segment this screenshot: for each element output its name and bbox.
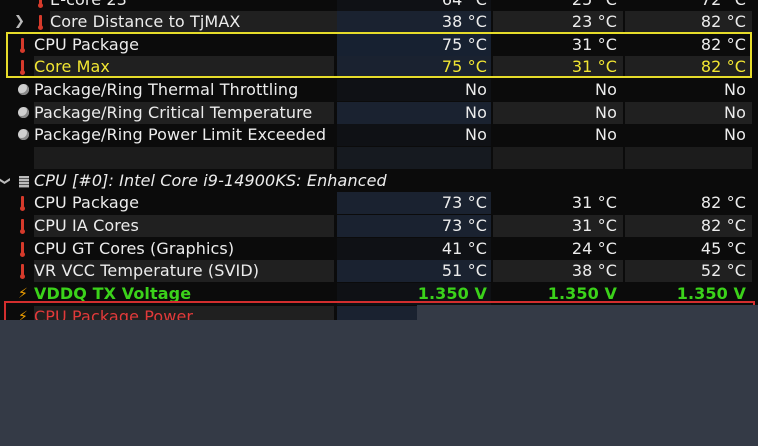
- sensor-name: Core Distance to TjMAX: [50, 11, 350, 33]
- sensor-row-thermal-throttling[interactable]: Package/Ring Thermal Throttling No No No: [0, 79, 752, 101]
- sensor-row-cpu-gt-cores[interactable]: CPU GT Cores (Graphics) 41 °C 24 °C 45 °…: [0, 238, 752, 260]
- collapse-chevron-icon[interactable]: ❯: [0, 176, 16, 185]
- sensor-name: Package/Ring Critical Temperature: [34, 102, 334, 124]
- sensor-min: No: [493, 102, 623, 124]
- sensor-max: 82 °C: [625, 215, 752, 237]
- sensor-name: Package/Ring Power Limit Exceeded: [34, 125, 327, 144]
- sensor-row-vr-vcc-temperature[interactable]: VR VCC Temperature (SVID) 51 °C 38 °C 52…: [0, 260, 752, 282]
- sensor-max: 82 °C: [625, 11, 752, 33]
- sensor-current: No: [337, 102, 491, 124]
- sensor-current: 41 °C: [337, 238, 491, 260]
- sensor-min: 31 °C: [493, 215, 623, 237]
- sensor-table: E-core 23 64 °C 25 °C 72 °C ❯ Core Dista…: [0, 0, 758, 320]
- sensor-name: E-core 23: [50, 0, 350, 11]
- sensor-current: 73 °C: [337, 192, 491, 214]
- sensor-min: No: [595, 125, 617, 144]
- sensor-min: 24 °C: [571, 239, 617, 258]
- sensor-max: No: [724, 80, 746, 99]
- sensor-current: 64 °C: [337, 0, 491, 11]
- sensor-min: 31 °C: [571, 193, 617, 212]
- sensor-group-name: CPU [#0]: Intel Core i9-14900KS: Enhance…: [34, 171, 387, 190]
- sensor-max: No: [625, 102, 752, 124]
- sensor-name: CPU Package: [34, 193, 140, 212]
- sensor-name: VR VCC Temperature (SVID): [34, 260, 334, 282]
- sensor-name: CPU GT Cores (Graphics): [34, 239, 235, 258]
- sensor-row-critical-temperature[interactable]: Package/Ring Critical Temperature No No …: [0, 102, 752, 124]
- expand-chevron-icon[interactable]: ❯: [14, 11, 25, 33]
- sensor-max: 45 °C: [700, 239, 746, 258]
- sensor-row-power-limit-exceeded[interactable]: Package/Ring Power Limit Exceeded No No …: [0, 124, 752, 146]
- sensor-row-cpu-package-2[interactable]: CPU Package 73 °C 31 °C 82 °C: [0, 192, 752, 214]
- sensor-max: 72 °C: [625, 0, 752, 11]
- empty-separator-row: [0, 147, 752, 169]
- sensor-min: 25 °C: [493, 0, 623, 11]
- empty-background-area: [0, 320, 758, 446]
- sensor-name: [34, 147, 334, 169]
- sensor-current: [337, 147, 491, 169]
- sensor-name: Package/Ring Thermal Throttling: [34, 80, 299, 99]
- sensor-max: [625, 147, 752, 169]
- sensor-row-core-distance[interactable]: ❯ Core Distance to TjMAX 38 °C 23 °C 82 …: [0, 11, 752, 33]
- sensor-min: 23 °C: [493, 11, 623, 33]
- sensor-max: 52 °C: [625, 260, 752, 282]
- sensor-min: 38 °C: [493, 260, 623, 282]
- yellow-highlight-box: [6, 32, 752, 78]
- sensor-min: No: [595, 80, 617, 99]
- sensor-row-cpu-ia-cores[interactable]: CPU IA Cores 73 °C 31 °C 82 °C: [0, 215, 752, 237]
- sensor-row-e-core-23[interactable]: E-core 23 64 °C 25 °C 72 °C: [0, 0, 752, 11]
- sensor-current: 51 °C: [337, 260, 491, 282]
- sensor-name: CPU IA Cores: [34, 215, 334, 237]
- sensor-current: 73 °C: [337, 215, 491, 237]
- sensor-current: 38 °C: [337, 11, 491, 33]
- sensor-group-header-cpu[interactable]: ❯ CPU [#0]: Intel Core i9-14900KS: Enhan…: [0, 170, 752, 192]
- sensor-max: 82 °C: [700, 193, 746, 212]
- sensor-min: [493, 147, 623, 169]
- sensor-current: No: [337, 124, 491, 146]
- sensor-current: No: [337, 79, 491, 101]
- sensor-max: No: [724, 125, 746, 144]
